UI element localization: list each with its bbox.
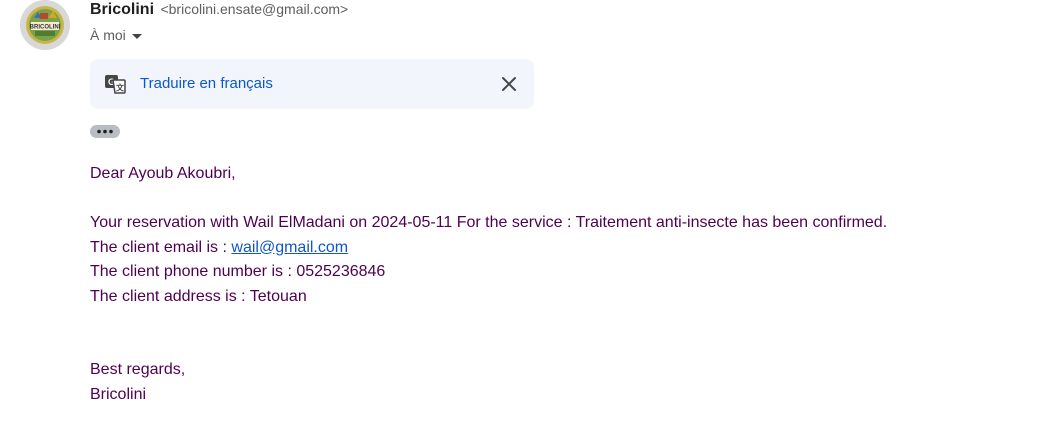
reservation-line: Your reservation with Wail ElMadani on 2… [90, 214, 888, 231]
translate-bar: G 文 Traduire en français [90, 59, 534, 109]
sender-avatar[interactable]: BRICOLINI [20, 0, 70, 50]
show-trimmed-content-button[interactable] [90, 125, 120, 138]
sender-name[interactable]: Bricolini [90, 1, 154, 18]
client-phone-line: The client phone number is : 0525236846 [90, 263, 386, 280]
sender-email: <bricolini.ensate@gmail.com> [160, 1, 349, 17]
recipient-details-toggle[interactable]: À moi [90, 27, 142, 43]
signature: Bricolini [90, 385, 147, 403]
client-address-line: The client address is : Tetouan [90, 287, 307, 305]
closing: Best regards, [90, 361, 186, 378]
client-email-line: The client email is : wail@gmail.com [90, 236, 887, 261]
more-horizontal-icon [97, 129, 113, 134]
client-email-prefix: The client email is : [90, 238, 232, 256]
recipient-label: À moi [90, 27, 126, 43]
translate-icon: G 文 [105, 75, 126, 94]
email-body: Dear Ayoub Akoubri, Your reservation wit… [90, 162, 887, 407]
bricolini-logo-icon: BRICOLINI [20, 0, 70, 50]
translate-link[interactable]: Traduire en français [140, 75, 273, 92]
close-icon[interactable] [498, 73, 520, 95]
caret-down-icon [131, 33, 142, 39]
client-email-link[interactable]: wail@gmail.com [231, 239, 348, 256]
sender-line: Bricolini <bricolini.ensate@gmail.com> [90, 1, 348, 19]
avatar-logo-text: BRICOLINI [30, 25, 61, 31]
greeting: Dear Ayoub Akoubri, [90, 165, 236, 182]
svg-text:文: 文 [116, 83, 125, 93]
